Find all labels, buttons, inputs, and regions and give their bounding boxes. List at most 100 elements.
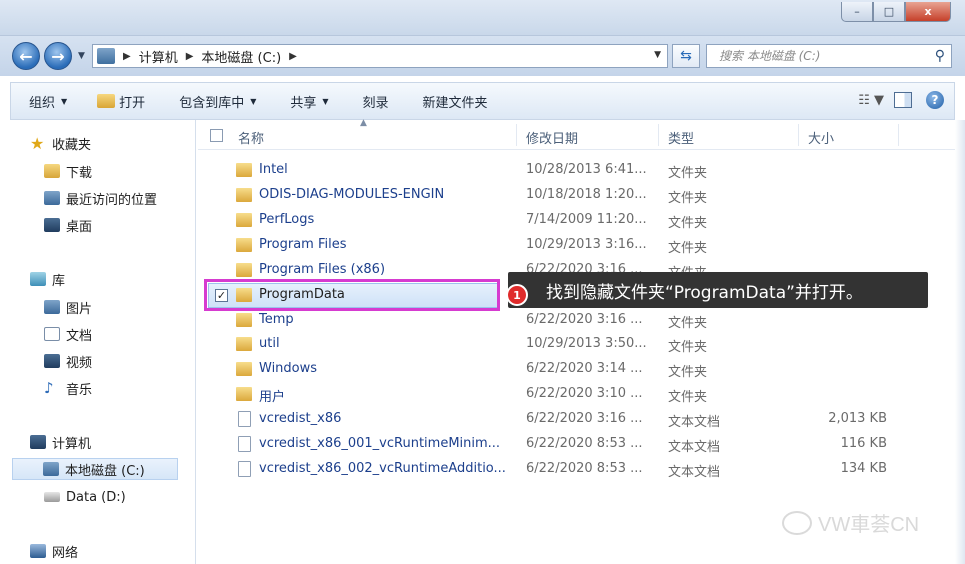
file-name: Program Files (x86) [259,262,386,277]
share-button[interactable]: 共享 ▼ [290,92,328,111]
file-type: 文本文档 [668,440,721,455]
folder-icon [236,387,252,401]
file-date: 10/29/2013 3:16... [526,237,647,252]
file-type: 文件夹 [668,365,708,380]
search-icon[interactable]: ⚲ [935,48,945,64]
search-box[interactable]: ⚲ [706,44,952,68]
chevron-right-icon[interactable]: ▶ [289,51,297,62]
nav-pictures[interactable]: 图片 [44,296,92,318]
nav-label: 文档 [66,328,93,344]
close-button[interactable]: x [905,2,951,22]
file-size: 116 KB [840,436,887,451]
nav-downloads[interactable]: 下载 [44,160,92,182]
library-icon [30,272,46,286]
breadcrumb-computer[interactable]: 计算机 [139,47,178,66]
new-folder-button[interactable]: 新建文件夹 [423,92,488,111]
pictures-icon [44,300,60,314]
downloads-icon [44,164,60,178]
column-divider[interactable] [798,124,799,146]
file-type: 文件夹 [668,390,708,405]
column-name[interactable]: 名称 [238,128,264,147]
file-row[interactable]: Intel 10/28/2013 6:41... 文件夹 [198,158,955,183]
nav-libraries[interactable]: 库 [30,268,65,290]
file-type: 文件夹 [668,191,708,206]
include-in-library-button[interactable]: 包含到库中 ▼ [179,92,256,111]
file-type: 文本文档 [668,465,721,480]
breadcrumb-drive-c[interactable]: 本地磁盘 (C:) [201,47,281,66]
forward-arrow-icon: → [51,46,65,66]
videos-icon [44,354,60,368]
computer-icon [30,435,46,449]
share-label: 共享 [290,95,317,111]
nav-music[interactable]: ♪ 音乐 [44,377,92,399]
chevron-right-icon[interactable]: ▶ [186,51,194,62]
file-date: 6/22/2020 3:14 ... [526,361,643,376]
file-list: ▲ 名称 修改日期 类型 大小 Intel 10/28/2013 6:41...… [198,118,955,564]
maximize-button[interactable]: □ [873,2,905,22]
file-row[interactable]: Program Files 10/29/2013 3:16... 文件夹 [198,233,955,258]
nav-label: Data (D:) [66,489,126,505]
chevron-right-icon[interactable]: ▶ [123,51,131,62]
search-input[interactable] [719,49,919,63]
address-row: ← → ▼ ▶ 计算机 ▶ 本地磁盘 (C:) ▶ ▼ ⇆ ⚲ [0,36,965,76]
burn-button[interactable]: 刻录 [363,92,389,111]
nav-label: 音乐 [66,382,93,398]
organize-button[interactable]: 组织 ▼ [29,92,67,111]
column-divider[interactable] [898,124,899,146]
column-divider[interactable] [658,124,659,146]
nav-label: 网络 [52,545,79,561]
nav-computer[interactable]: 计算机 [30,431,91,453]
folder-icon [236,238,252,252]
column-date[interactable]: 修改日期 [526,128,578,147]
column-divider[interactable] [516,124,517,146]
file-type: 文本文档 [668,415,721,430]
new-folder-label: 新建文件夹 [422,95,488,111]
window-controls: – □ x [841,2,951,22]
nav-drive-c[interactable]: 本地磁盘 (C:) [12,458,178,480]
nav-label: 下载 [66,165,93,181]
select-all-checkbox[interactable] [210,129,223,142]
preview-pane-icon[interactable] [894,92,912,108]
history-dropdown-icon[interactable]: ▼ [78,51,85,61]
file-row[interactable]: vcredist_x86_002_vcRuntimeAdditio... 6/2… [198,457,955,482]
nav-recent-places[interactable]: 最近访问的位置 [44,187,157,209]
file-row[interactable]: PerfLogs 7/14/2009 11:20... 文件夹 [198,208,955,233]
open-label: 打开 [119,95,146,111]
open-button[interactable]: 打开 [97,92,145,111]
nav-desktop[interactable]: 桌面 [44,214,92,236]
include-label: 包含到库中 [179,95,245,111]
file-row[interactable]: Windows 6/22/2020 3:14 ... 文件夹 [198,357,955,382]
file-row[interactable]: util 10/29/2013 3:50... 文件夹 [198,332,955,357]
file-row[interactable]: vcredist_x86_001_vcRuntimeMinim... 6/22/… [198,432,955,457]
file-row[interactable]: 用户 6/22/2020 3:10 ... 文件夹 [198,382,955,407]
file-row[interactable]: ODIS-DIAG-MODULES-ENGIN 10/18/2018 1:20.… [198,183,955,208]
column-header: ▲ 名称 修改日期 类型 大小 [198,118,955,150]
address-dropdown-icon[interactable]: ▼ [654,50,661,60]
back-button[interactable]: ← [12,42,40,70]
minimize-button[interactable]: – [841,2,873,22]
file-name: vcredist_x86_002_vcRuntimeAdditio... [259,461,506,476]
help-icon[interactable]: ? [926,91,944,109]
refresh-button[interactable]: ⇆ [672,44,700,68]
forward-button[interactable]: → [44,42,72,70]
nav-videos[interactable]: 视频 [44,350,92,372]
nav-favorites[interactable]: ★ 收藏夹 [30,132,91,154]
text-file-icon [238,436,251,452]
file-date: 6/22/2020 3:10 ... [526,386,643,401]
file-row[interactable]: vcredist_x86 6/22/2020 3:16 ... 文本文档 2,0… [198,407,955,432]
column-size[interactable]: 大小 [808,128,834,147]
nav-network[interactable]: 网络 [30,540,78,562]
address-bar[interactable]: ▶ 计算机 ▶ 本地磁盘 (C:) ▶ ▼ [92,44,668,68]
annotation-text: 找到隐藏文件夹“ProgramData”并打开。 [546,282,863,303]
column-type[interactable]: 类型 [668,128,694,147]
file-name: util [259,336,280,351]
view-options-icon[interactable]: ☷ ▼ [858,93,884,108]
folder-icon [236,263,252,277]
file-name: 用户 [259,390,286,405]
nav-documents[interactable]: 文档 [44,323,92,345]
folder-icon [236,188,252,202]
file-name: Program Files [259,237,347,252]
nav-drive-d[interactable]: Data (D:) [44,486,126,508]
file-row[interactable]: Temp 6/22/2020 3:16 ... 文件夹 [198,308,955,333]
burn-label: 刻录 [362,95,389,111]
